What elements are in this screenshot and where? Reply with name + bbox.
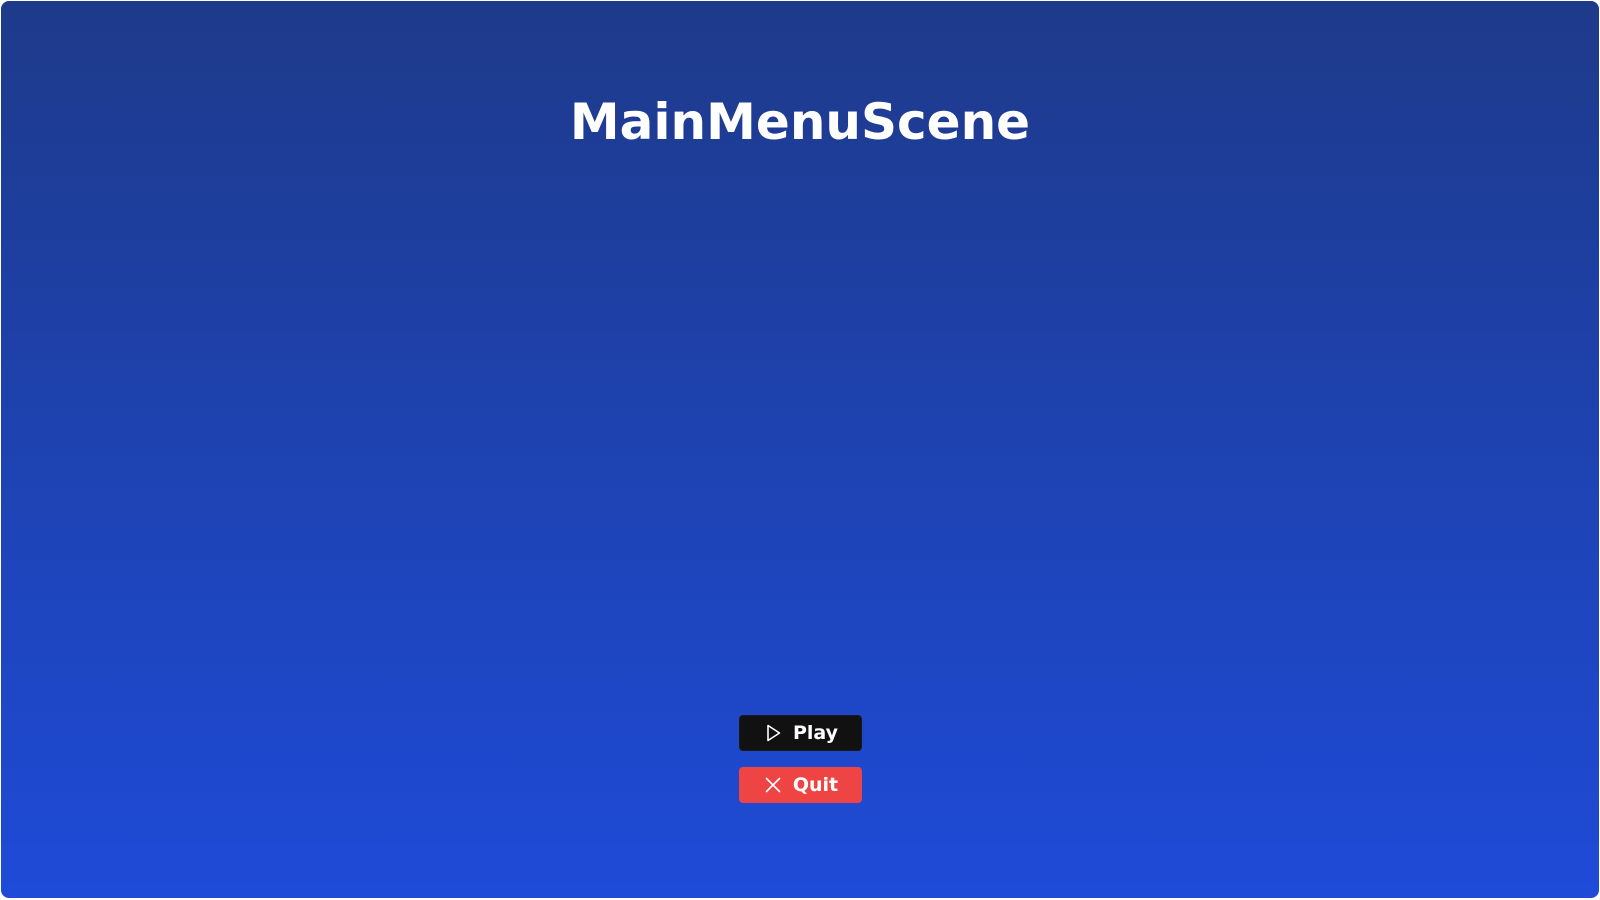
quit-button-label: Quit [792,774,839,796]
play-button[interactable]: Play [739,715,862,751]
play-button-label: Play [792,722,839,744]
close-icon [763,775,783,795]
main-menu-scene: MainMenuScene Play Quit [1,1,1599,898]
scene-title: MainMenuScene [569,93,1031,151]
play-icon [763,723,783,743]
quit-button[interactable]: Quit [739,767,862,803]
